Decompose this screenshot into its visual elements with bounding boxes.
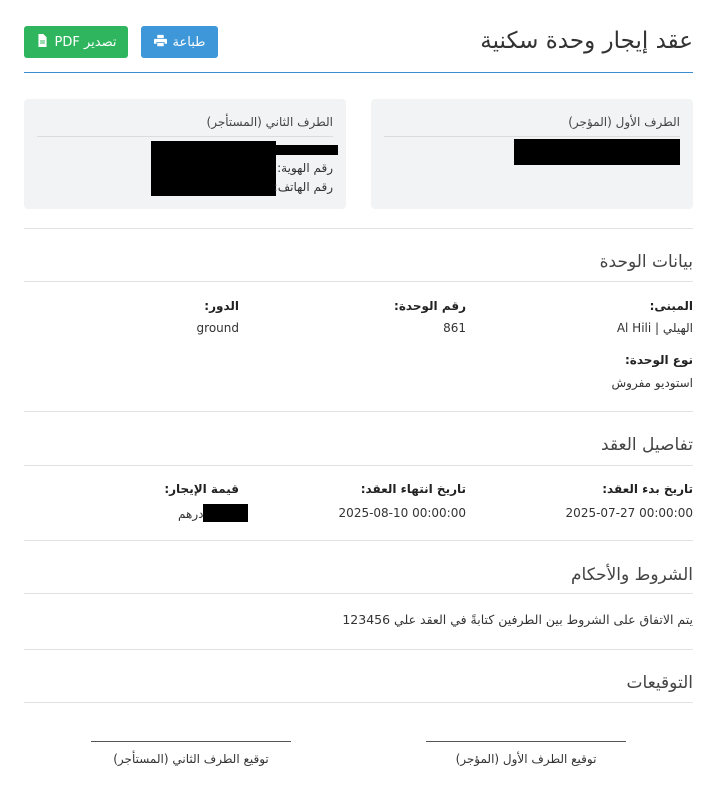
first-signature-line bbox=[426, 741, 626, 742]
print-label: طباعة bbox=[172, 34, 206, 50]
unit-type-label: نوع الوحدة: bbox=[624, 353, 693, 367]
building-value: الهيلي | Al Hili bbox=[616, 321, 693, 335]
divider bbox=[24, 228, 693, 229]
building-label: المبنى: bbox=[649, 299, 693, 313]
rent-label: قيمة الإيجار: bbox=[164, 482, 239, 496]
start-date-value: 2025-07-27 00:00:00 bbox=[565, 506, 693, 520]
unit-number-value: 861 bbox=[443, 321, 466, 335]
second-party-title: الطرف الثاني (المستأجر) bbox=[206, 115, 333, 129]
redacted-rent-amount bbox=[203, 504, 248, 522]
printer-icon bbox=[153, 34, 167, 51]
terms-section-title: الشروط والأحكام bbox=[570, 565, 693, 585]
contract-page: عقد إيجار وحدة سكنية طباعة تصدير PDF الط… bbox=[0, 0, 716, 810]
divider bbox=[24, 593, 693, 594]
terms-text: يتم الاتفاق على الشروط بين الطرفين كتابة… bbox=[342, 612, 693, 627]
redacted-tenant-info bbox=[151, 141, 276, 196]
unit-number-label: رقم الوحدة: bbox=[394, 299, 466, 313]
second-signature-line bbox=[91, 741, 291, 742]
print-button[interactable]: طباعة bbox=[141, 26, 218, 58]
second-signature-label: توقيع الطرف الثاني (المستأجر) bbox=[113, 752, 269, 766]
first-party-title: الطرف الأول (المؤجر) bbox=[568, 115, 680, 129]
first-party-card: الطرف الأول (المؤجر) bbox=[371, 99, 693, 209]
divider bbox=[24, 465, 693, 466]
title-divider bbox=[24, 72, 693, 73]
pdf-file-icon bbox=[36, 33, 49, 51]
end-date-value: 2025-08-10 00:00:00 bbox=[338, 506, 466, 520]
unit-section-title: بيانات الوحدة bbox=[599, 252, 693, 272]
phone-label: رقم الهاتف: bbox=[273, 180, 333, 194]
redacted-landlord-info bbox=[514, 139, 680, 165]
export-pdf-button[interactable]: تصدير PDF bbox=[24, 26, 128, 58]
signatures-section-title: التوقيعات bbox=[626, 673, 693, 693]
id-label: رقم الهوية: bbox=[277, 161, 333, 175]
divider bbox=[24, 411, 693, 412]
end-date-label: تاريخ انتهاء العقد: bbox=[360, 482, 466, 496]
first-party-divider bbox=[384, 136, 680, 137]
floor-label: الدور: bbox=[204, 299, 239, 313]
second-party-divider bbox=[37, 136, 333, 137]
divider bbox=[24, 540, 693, 541]
unit-type-value: استوديو مفروش bbox=[611, 376, 693, 390]
divider bbox=[24, 281, 693, 282]
start-date-label: تاريخ بدء العقد: bbox=[602, 482, 693, 496]
export-label: تصدير PDF bbox=[54, 34, 117, 50]
floor-value: ground bbox=[196, 321, 239, 335]
contract-section-title: تفاصيل العقد bbox=[601, 435, 693, 455]
divider bbox=[24, 649, 693, 650]
redacted-tenant-name bbox=[276, 145, 338, 155]
divider bbox=[24, 702, 693, 703]
second-party-card: الطرف الثاني (المستأجر) رقم الهوية: رقم … bbox=[24, 99, 346, 209]
rent-currency: درهم bbox=[178, 507, 204, 521]
page-title: عقد إيجار وحدة سكنية bbox=[480, 28, 693, 54]
first-signature-label: توقيع الطرف الأول (المؤجر) bbox=[455, 752, 597, 766]
